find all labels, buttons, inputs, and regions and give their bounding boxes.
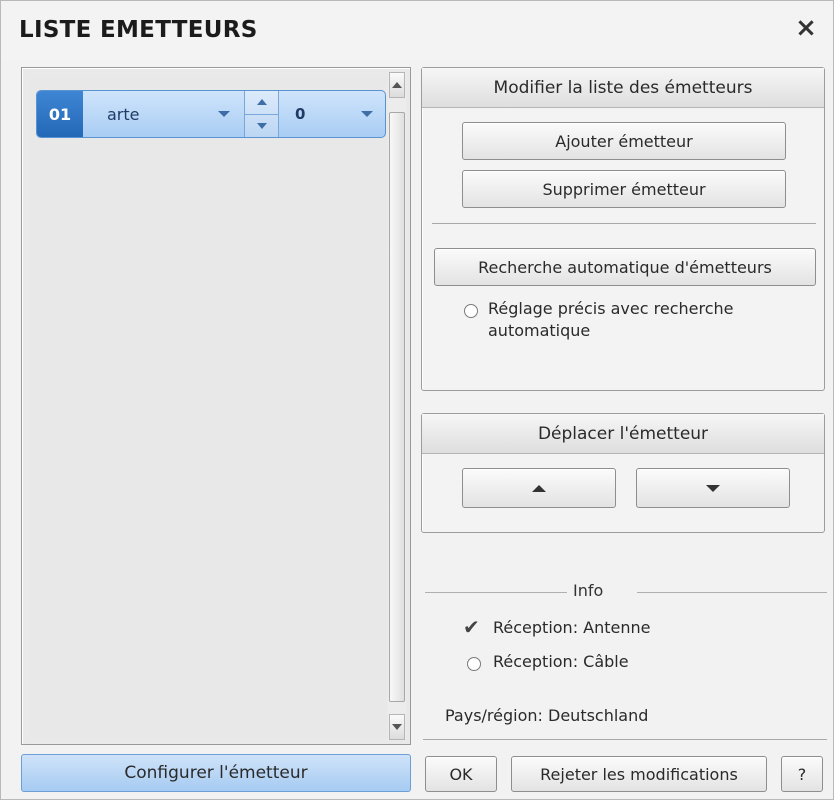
checkmark-icon: ✔ <box>463 615 480 639</box>
modify-list-header: Modifier la liste des émetteurs <box>422 68 824 108</box>
ok-button[interactable]: OK <box>425 756 497 792</box>
country-label: Pays/région: Deutschland <box>445 706 649 725</box>
reception-antenna-label: Réception: Antenne <box>493 618 651 637</box>
reject-changes-button[interactable]: Rejeter les modifications <box>511 756 767 792</box>
channel-list-panel: 01 arte 0 <box>21 67 411 745</box>
modify-list-group: Modifier la liste des émetteurs Ajouter … <box>421 67 825 391</box>
configure-channel-button[interactable]: Configurer l'émetteur <box>21 754 411 792</box>
arrow-down-icon <box>256 122 267 129</box>
arrow-up-icon <box>256 99 267 106</box>
reception-cable-label: Réception: Câble <box>493 652 629 671</box>
scroll-up-button[interactable] <box>389 72 405 98</box>
scroll-thumb[interactable] <box>389 112 405 702</box>
channel-list: 01 arte 0 <box>30 78 386 738</box>
divider <box>432 223 816 224</box>
delete-channel-button[interactable]: Supprimer émetteur <box>462 170 786 208</box>
channel-name: arte <box>107 104 140 124</box>
move-channel-header: Déplacer l'émetteur <box>422 414 824 454</box>
arrow-down-icon <box>392 724 402 730</box>
info-divider-left <box>425 592 567 593</box>
fine-tune-label-line2: automatique <box>488 321 591 340</box>
channel-spinner[interactable] <box>245 91 279 137</box>
channel-number: 01 <box>37 91 83 137</box>
channel-row[interactable]: 01 arte 0 <box>36 90 386 138</box>
footer-divider <box>423 739 827 740</box>
info-divider-right <box>637 592 827 593</box>
fine-tune-radio[interactable] <box>464 304 478 318</box>
reception-cable-radio <box>467 657 481 671</box>
chevron-down-icon <box>218 111 230 117</box>
chevron-down-icon <box>361 111 373 117</box>
channel-list-dialog: LISTE EMETTEURS × 01 arte 0 Modifier la … <box>0 0 834 800</box>
fine-tune-label-line1: Réglage précis avec recherche <box>488 299 734 318</box>
info-title: Info <box>573 581 604 600</box>
arrow-down-icon <box>706 484 720 492</box>
arrow-up-icon <box>392 82 402 88</box>
arrow-up-icon <box>532 484 546 492</box>
move-channel-group: Déplacer l'émetteur <box>421 413 825 533</box>
channel-sub-dropdown[interactable]: 0 <box>279 91 385 137</box>
add-channel-button[interactable]: Ajouter émetteur <box>462 122 786 160</box>
auto-search-button[interactable]: Recherche automatique d'émetteurs <box>434 248 816 286</box>
spinner-down-button[interactable] <box>245 115 278 138</box>
dialog-title: LISTE EMETTEURS <box>19 17 258 43</box>
move-up-button[interactable] <box>462 468 616 508</box>
help-button[interactable]: ? <box>781 756 823 792</box>
spinner-up-button[interactable] <box>245 91 278 115</box>
list-scrollbar[interactable] <box>388 72 406 740</box>
move-down-button[interactable] <box>636 468 790 508</box>
title-bar: LISTE EMETTEURS × <box>1 1 833 59</box>
channel-sub-value: 0 <box>295 105 306 123</box>
channel-name-dropdown[interactable]: arte <box>83 91 245 137</box>
close-button[interactable]: × <box>791 11 821 45</box>
scroll-down-button[interactable] <box>389 714 405 740</box>
